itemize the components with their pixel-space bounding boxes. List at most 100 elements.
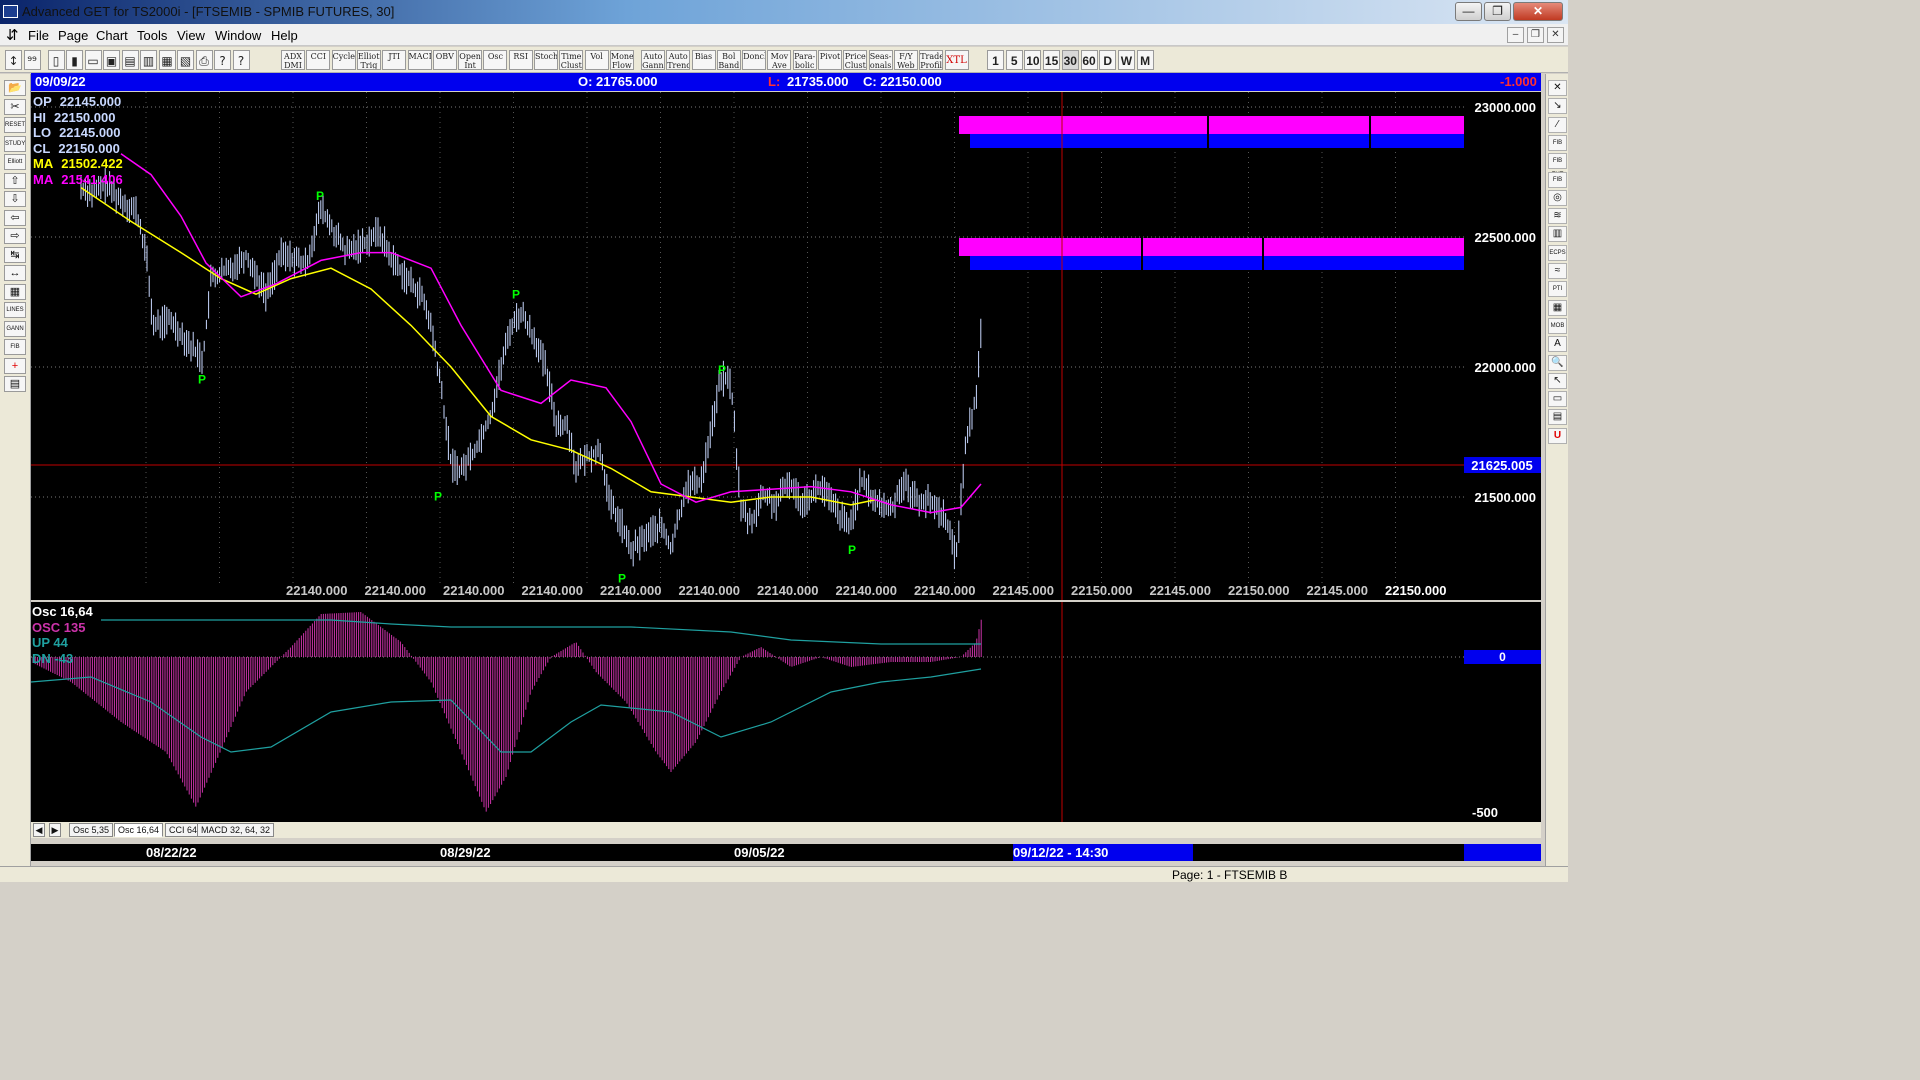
toolbar-icon-2[interactable]: ▯ <box>47 50 65 70</box>
toolbar-icon-7[interactable]: ▥ <box>140 50 157 70</box>
right-tool-x-2[interactable]: ⁄ <box>1548 116 1567 133</box>
maximize-button[interactable]: ❐ <box>1484 2 1511 21</box>
toolbar-icon-5[interactable]: ▣ <box>103 50 120 70</box>
right-tool-x-15[interactable]: 🔍 <box>1548 354 1567 371</box>
study-button-osc[interactable]: Osc <box>483 50 508 70</box>
menu-page[interactable]: Page <box>58 28 88 43</box>
menu-tools[interactable]: Tools <box>137 28 167 43</box>
right-tool-x-12[interactable]: ▦ <box>1548 299 1567 316</box>
study-button-para-bolic[interactable]: Para-bolic <box>792 50 817 70</box>
menu-help[interactable]: Help <box>271 28 298 43</box>
right-tool-a-14[interactable]: A <box>1548 336 1567 353</box>
toolbar-icon-3[interactable]: ▮ <box>66 50 83 70</box>
period-button-15[interactable]: 15 <box>1043 50 1061 70</box>
study-button-price-clust[interactable]: Price Clust <box>843 50 868 70</box>
tab-scroll-right[interactable]: ▶ <box>49 823 61 837</box>
left-tool-x-7[interactable]: ⇦ <box>4 209 26 226</box>
study-button-xtl[interactable]: XTL <box>944 50 969 70</box>
study-button-cci[interactable]: CCI <box>306 50 331 70</box>
right-tool-u-19[interactable]: U <box>1548 427 1567 444</box>
study-button-bias[interactable]: Bias <box>691 50 716 70</box>
tab-osc-16-64[interactable]: Osc 16,64 <box>114 823 164 837</box>
left-tool-x-9[interactable]: ↹ <box>4 246 26 263</box>
study-button-mov-ave[interactable]: Mov Ave <box>767 50 792 70</box>
mdi-restore-button[interactable]: ❐ <box>1527 27 1544 43</box>
left-tool-lines-12[interactable]: LINES <box>4 302 26 318</box>
right-tool-x-10[interactable]: ≈ <box>1548 263 1567 279</box>
study-button-vol[interactable]: Vol <box>584 50 609 70</box>
left-tool-x-15[interactable]: + <box>4 357 26 374</box>
study-button-f-y-web[interactable]: F/Y Web <box>893 50 918 70</box>
right-tool-fib-ext-4[interactable]: FIB EXT <box>1548 153 1567 178</box>
study-button-bol-band[interactable]: Bol Band <box>716 50 741 70</box>
tab-macd[interactable]: MACD 32, 64, 32 <box>197 823 275 837</box>
period-button-m[interactable]: M <box>1136 50 1154 70</box>
toolbar-icon-11[interactable]: ? <box>214 50 231 70</box>
minimize-button[interactable]: — <box>1455 2 1482 21</box>
toolbar-icon-9[interactable]: ▧ <box>177 50 194 70</box>
study-button-auto-trend[interactable]: Auto Trend <box>666 50 691 70</box>
left-tool-x-0[interactable]: 📂 <box>4 80 26 96</box>
study-button-macd[interactable]: MACD <box>407 50 432 70</box>
tab-cci-64[interactable]: CCI 64 <box>165 823 202 837</box>
period-button-5[interactable]: 5 <box>1005 50 1023 70</box>
toolbar-icon-4[interactable]: ▭ <box>84 50 102 70</box>
toolbar-icon-12[interactable]: ? <box>232 50 250 70</box>
mdi-minimize-button[interactable]: – <box>1507 27 1524 43</box>
menu-chart[interactable]: Chart <box>96 28 128 43</box>
toolbar-icon-6[interactable]: ▤ <box>121 50 139 70</box>
right-tool-x-17[interactable]: ▭ <box>1548 391 1567 408</box>
right-tool-x-8[interactable]: ▥ <box>1548 226 1567 243</box>
study-button-obv[interactable]: OBV <box>432 50 457 70</box>
period-button-d[interactable]: D <box>1099 50 1117 70</box>
price-chart[interactable]: PPPPPPP22140.000 22140.000 22140.000 22140.… <box>31 92 1464 600</box>
study-button-jti[interactable]: JTI <box>382 50 407 70</box>
left-tool-x-11[interactable]: ▦ <box>4 283 26 300</box>
right-tool-x-1[interactable]: ↘ <box>1548 98 1567 115</box>
right-tool-pti-11[interactable]: PTI <box>1548 281 1567 298</box>
study-button-adx-dmi[interactable]: ADX DMI <box>281 50 305 70</box>
price-axis[interactable]: 23000.000 22500.000 22000.000 21500.000 2162… <box>1464 92 1541 600</box>
study-button-rsi[interactable]: RSI <box>508 50 533 70</box>
study-button-pivot[interactable]: Pivot <box>818 50 842 70</box>
mdi-close-button[interactable]: ✕ <box>1547 27 1564 43</box>
right-tool-ecps-9[interactable]: ECPS <box>1548 244 1567 261</box>
oscillator-chart[interactable] <box>31 602 1464 822</box>
period-button-1[interactable]: 1 <box>987 50 1004 70</box>
study-button-donch[interactable]: Donch <box>742 50 767 70</box>
oscillator-panel[interactable]: Osc 16,64 OSC 135 UP 44 DN -43 <box>31 602 1541 822</box>
left-tool-gann-13[interactable]: GANN <box>4 320 26 337</box>
right-tool-x-16[interactable]: ↖ <box>1548 372 1567 389</box>
study-button-elliott-trig[interactable]: Elliott Trig <box>356 50 381 70</box>
right-tool-x-18[interactable]: ▤ <box>1548 409 1567 426</box>
menu-view[interactable]: View <box>177 28 205 43</box>
study-button-time-clust[interactable]: Time Clust <box>559 50 584 70</box>
study-button-auto-gann[interactable]: Auto Gann <box>640 50 665 70</box>
right-tool-mob-13[interactable]: MOB <box>1548 317 1567 334</box>
menu-file[interactable]: File <box>28 28 49 43</box>
left-tool-elliott-4[interactable]: Elliott <box>4 154 26 170</box>
left-tool-x-6[interactable]: ⇩ <box>4 191 26 207</box>
right-tool-x-7[interactable]: ≋ <box>1548 208 1567 225</box>
tab-osc-5-35[interactable]: Osc 5,35 <box>69 823 114 837</box>
tab-scroll-left[interactable]: ◀ <box>33 823 45 837</box>
close-button[interactable]: ✕ <box>1513 2 1563 21</box>
left-tool-x-16[interactable]: ▤ <box>4 376 26 392</box>
left-tool-x-5[interactable]: ⇧ <box>4 172 26 189</box>
period-button-30[interactable]: 30 <box>1061 50 1079 70</box>
price-chart-panel[interactable]: P P P P P P P 22140.000 22140.000 22140.000 22140.… <box>31 92 1541 600</box>
right-tool-x-0[interactable]: ✕ <box>1548 80 1567 96</box>
study-button-stoch[interactable]: Stoch <box>534 50 558 70</box>
study-button-seas-onals[interactable]: Seas-onals <box>868 50 893 70</box>
right-tool-fib-time-5[interactable]: FIB TIME <box>1548 171 1567 197</box>
study-button-open-int[interactable]: Open Int <box>458 50 483 70</box>
study-button-money-flow[interactable]: Money Flow <box>609 50 634 70</box>
left-tool-x-8[interactable]: ⇨ <box>4 228 26 244</box>
period-button-60[interactable]: 60 <box>1080 50 1098 70</box>
left-tool-fib-14[interactable]: FIB <box>4 339 26 355</box>
study-button-trade-profile[interactable]: Trade Profile <box>919 50 944 70</box>
right-tool-x-6[interactable]: ◎ <box>1548 189 1567 206</box>
left-tool-study-3[interactable]: STUDY <box>4 135 26 152</box>
period-button-w[interactable]: W <box>1117 50 1135 70</box>
toolbar-icon-10[interactable]: ⎙ <box>195 50 213 70</box>
